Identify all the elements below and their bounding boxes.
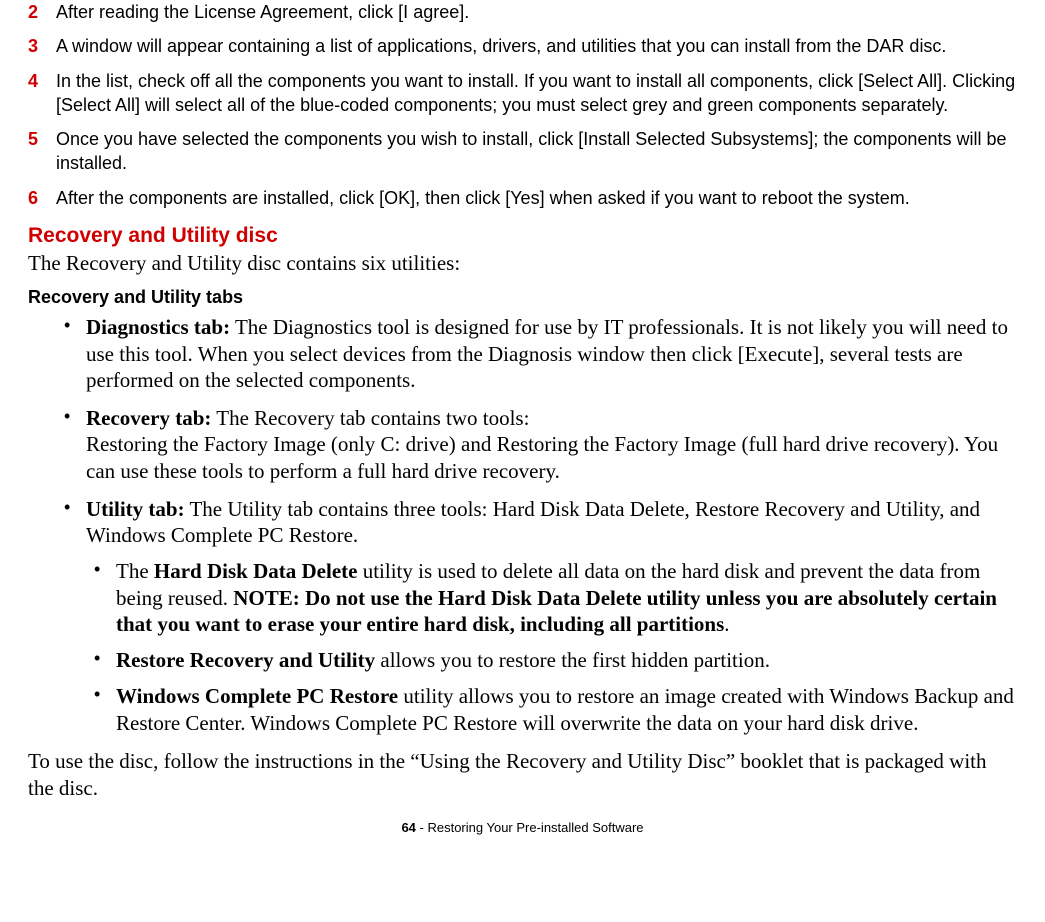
numbered-step: 6 After the components are installed, cl… (28, 186, 1017, 210)
step-text: After reading the License Agreement, cli… (56, 0, 1017, 24)
step-text: Once you have selected the components yo… (56, 127, 1017, 176)
recovery-intro-text: The Recovery and Utility disc contains s… (28, 250, 1017, 277)
sublist-item-hdd-delete: The Hard Disk Data Delete utility is use… (116, 558, 1017, 637)
recovery-label: Recovery tab: (86, 406, 211, 430)
footer-title: - Restoring Your Pre-installed Software (416, 820, 644, 835)
utility-label: Utility tab: (86, 497, 185, 521)
step-text: A window will appear containing a list o… (56, 34, 1017, 58)
sublist-item-restore-recovery: Restore Recovery and Utility allows you … (116, 647, 1017, 673)
sub1-post: . (724, 612, 729, 636)
tabs-list: Diagnostics tab: The Diagnostics tool is… (28, 314, 1017, 736)
sub1-bold1: Hard Disk Data Delete (154, 559, 358, 583)
utility-text: The Utility tab contains three tools: Ha… (86, 497, 980, 547)
sub3-bold: Windows Complete PC Restore (116, 684, 398, 708)
closing-paragraph: To use the disc, follow the instructions… (28, 748, 1017, 803)
page-number: 64 (401, 820, 415, 835)
recovery-text-1: The Recovery tab contains two tools: (211, 406, 529, 430)
sub2-text: allows you to restore the first hidden p… (375, 648, 770, 672)
tabs-heading: Recovery and Utility tabs (28, 287, 1017, 308)
step-text: In the list, check off all the component… (56, 69, 1017, 118)
sub1-bold2: NOTE: Do not use the Hard Disk Data Dele… (116, 586, 997, 636)
numbered-step: 5 Once you have selected the components … (28, 127, 1017, 176)
list-item-recovery: Recovery tab: The Recovery tab contains … (86, 405, 1017, 484)
step-number: 4 (28, 69, 56, 118)
sub2-bold: Restore Recovery and Utility (116, 648, 375, 672)
step-number: 5 (28, 127, 56, 176)
sub1-pre: The (116, 559, 154, 583)
diagnostics-label: Diagnostics tab: (86, 315, 230, 339)
section-heading-recovery: Recovery and Utility disc (28, 224, 1017, 248)
list-item-diagnostics: Diagnostics tab: The Diagnostics tool is… (86, 314, 1017, 393)
utility-sublist: The Hard Disk Data Delete utility is use… (86, 558, 1017, 736)
numbered-step: 3 A window will appear containing a list… (28, 34, 1017, 58)
recovery-text-2: Restoring the Factory Image (only C: dri… (86, 432, 998, 482)
numbered-step: 2 After reading the License Agreement, c… (28, 0, 1017, 24)
list-item-utility: Utility tab: The Utility tab contains th… (86, 496, 1017, 736)
sublist-item-windows-restore: Windows Complete PC Restore utility allo… (116, 683, 1017, 736)
step-number: 3 (28, 34, 56, 58)
step-number: 2 (28, 0, 56, 24)
step-text: After the components are installed, clic… (56, 186, 1017, 210)
numbered-step: 4 In the list, check off all the compone… (28, 69, 1017, 118)
step-number: 6 (28, 186, 56, 210)
page-footer: 64 - Restoring Your Pre-installed Softwa… (28, 820, 1017, 845)
